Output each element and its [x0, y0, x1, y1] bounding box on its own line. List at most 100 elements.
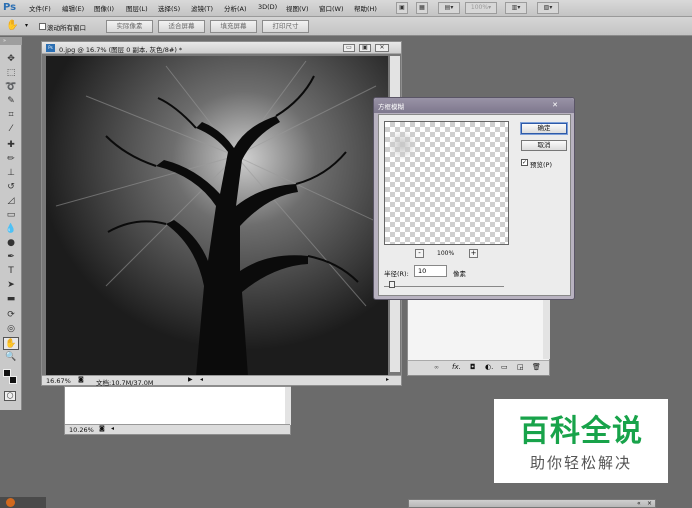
back-vertical-scrollbar[interactable] [285, 387, 291, 425]
minimize-icon[interactable]: ▭ [343, 44, 355, 52]
tool-preset-chevron-icon[interactable]: ▾ [25, 22, 28, 29]
back-status-bar: 10.26% ◙ ◂ [65, 424, 290, 434]
brush-tool-icon[interactable]: ✏ [3, 153, 19, 166]
fit-screen-button[interactable]: 适合屏幕 [158, 20, 205, 33]
document-title: 0.jpg @ 16.7% (图层 0 副本, 灰色/8#) * [59, 46, 183, 54]
zoom-in-button[interactable]: + [469, 249, 478, 258]
fill-screen-button[interactable]: 填充屏幕 [210, 20, 257, 33]
radius-unit-label: 像素 [453, 270, 466, 278]
view-extras-icon[interactable]: ▤▾ [438, 2, 460, 14]
scroll-all-windows-checkbox[interactable] [39, 23, 46, 30]
trash-icon[interactable]: 🗑 [532, 363, 541, 371]
dialog-body: - 100% + 确定 取消 ✓ 预览(P) 半径(R): 像素 [378, 114, 571, 296]
zoom-readout[interactable]: 16.67% [46, 377, 71, 385]
crop-tool-icon[interactable]: ⌗ [3, 109, 19, 122]
blur-tool-icon[interactable]: 💧 [3, 223, 19, 236]
marquee-tool-icon[interactable]: ⬚ [3, 67, 19, 80]
type-tool-icon[interactable]: T [3, 265, 19, 278]
menu-analysis[interactable]: 分析(A) [224, 3, 247, 13]
dodge-tool-icon[interactable]: ● [3, 237, 19, 250]
layers-scrollbar[interactable] [543, 297, 550, 359]
menu-help[interactable]: 帮助(H) [354, 3, 377, 13]
lasso-tool-icon[interactable]: ➰ [3, 81, 19, 94]
radius-slider-track[interactable] [384, 286, 504, 287]
3d-orbit-tool-icon[interactable]: ◎ [3, 323, 19, 336]
actual-pixels-button[interactable]: 实际像素 [106, 20, 153, 33]
menu-view[interactable]: 视图(V) [286, 3, 309, 13]
dialog-title: 方框模糊 [378, 103, 404, 111]
menu-image[interactable]: 图像(I) [94, 3, 114, 13]
status-menu-icon[interactable]: ◙ [78, 376, 84, 383]
quick-mask-icon[interactable]: ◯ [4, 391, 16, 401]
menu-edit[interactable]: 编辑(E) [62, 3, 84, 13]
radius-input[interactable] [414, 265, 447, 277]
pen-tool-icon[interactable]: ✒ [3, 251, 19, 264]
scroll-left-icon[interactable]: ◂ [200, 376, 203, 383]
menu-3d[interactable]: 3D(D) [258, 3, 277, 11]
gradient-tool-icon[interactable]: ▭ [3, 209, 19, 222]
path-selection-tool-icon[interactable]: ➤ [3, 279, 19, 292]
adjustment-layer-icon[interactable]: ◐. [485, 363, 493, 371]
back-zoom-readout[interactable]: 10.26% [69, 426, 94, 434]
layer-mask-icon[interactable]: ◘ [470, 363, 476, 371]
zoom-tool-icon[interactable]: 🔍 [3, 351, 19, 364]
preview-label: 预览(P) [530, 161, 552, 169]
back-status-menu-icon[interactable]: ◙ [99, 425, 105, 432]
layers-footer: ∞ fx. ◘ ◐. ▭ ◲ 🗑 [408, 360, 549, 375]
fx-icon[interactable]: fx. [452, 363, 461, 371]
link-layers-icon[interactable]: ∞ [434, 364, 439, 371]
arrange-documents-icon[interactable]: ▥▾ [505, 2, 527, 14]
menu-select[interactable]: 选择(S) [158, 3, 180, 13]
restore-icon[interactable]: ▣ [359, 44, 371, 52]
radius-slider-thumb[interactable] [389, 281, 395, 288]
group-folder-icon[interactable]: ▭ [501, 363, 508, 371]
move-tool-icon[interactable]: ✥ [3, 53, 19, 66]
status-expand-icon[interactable]: ▶ [188, 376, 193, 383]
preview-zoom-percent: 100% [437, 250, 455, 257]
bridge-icon[interactable]: ▣ [396, 2, 408, 14]
ok-button[interactable]: 确定 [521, 123, 567, 134]
shape-tool-icon[interactable]: ▬ [3, 293, 19, 306]
radius-label: 半径(R): [384, 270, 409, 278]
blur-preview-area[interactable] [384, 121, 509, 245]
image-canvas[interactable] [46, 56, 388, 376]
document-window-main: Ps 0.jpg @ 16.7% (图层 0 副本, 灰色/8#) * ▭ ▣ … [41, 41, 402, 387]
menu-file[interactable]: 文件(F) [29, 3, 51, 13]
hand-tool-selected-icon[interactable]: ✋ [3, 337, 19, 350]
tree-image [46, 56, 388, 376]
menu-layer[interactable]: 图层(L) [126, 3, 148, 13]
minibridge-icon[interactable]: ▦ [416, 2, 428, 14]
history-brush-tool-icon[interactable]: ↺ [3, 181, 19, 194]
healing-brush-tool-icon[interactable]: ✚ [3, 139, 19, 152]
tools-collapse-icon[interactable]: » [0, 37, 22, 45]
cancel-button[interactable]: 取消 [521, 140, 567, 151]
background-color-swatch[interactable] [9, 376, 17, 384]
quick-select-tool-icon[interactable]: ✎ [3, 95, 19, 108]
eyedropper-tool-icon[interactable]: ⁄ [3, 123, 19, 136]
clone-stamp-tool-icon[interactable]: ⊥ [3, 167, 19, 180]
panel-collapse-icon[interactable]: « [637, 500, 641, 507]
back-scroll-left-icon[interactable]: ◂ [111, 425, 114, 432]
eraser-tool-icon[interactable]: ◿ [3, 195, 19, 208]
hand-tool-icon[interactable]: ✋ [6, 20, 18, 31]
watermark: 百科全说 助你轻松解决 [494, 399, 668, 483]
menu-window[interactable]: 窗口(W) [319, 3, 344, 13]
new-layer-icon[interactable]: ◲ [517, 363, 524, 371]
zoom-out-button[interactable]: - [415, 249, 424, 258]
3d-rotate-tool-icon[interactable]: ⟳ [3, 309, 19, 322]
dialog-title-bar[interactable]: 方框模糊 ✕ [374, 98, 574, 113]
zoom-level-dropdown[interactable]: 100%▾ [465, 2, 497, 14]
dialog-close-icon[interactable]: ✕ [542, 100, 568, 110]
document-title-bar[interactable]: Ps 0.jpg @ 16.7% (图层 0 副本, 灰色/8#) * ▭ ▣ … [42, 42, 401, 54]
preview-checkbox[interactable]: ✓ [521, 159, 528, 166]
scroll-right-icon[interactable]: ▸ [386, 376, 389, 383]
screen-mode-icon[interactable]: ▧▾ [537, 2, 559, 14]
menu-filter[interactable]: 滤镜(T) [191, 3, 213, 13]
close-icon[interactable]: ✕ [375, 44, 389, 52]
taskbar-app-icon[interactable] [6, 498, 15, 507]
menu-bar: Ps 文件(F) 编辑(E) 图像(I) 图层(L) 选择(S) 滤镜(T) 分… [0, 0, 692, 17]
box-blur-dialog: 方框模糊 ✕ - 100% + 确定 取消 ✓ 预览(P) 半径(R): 像素 [373, 97, 575, 300]
panel-close-icon[interactable]: × [647, 500, 652, 507]
print-size-button[interactable]: 打印尺寸 [262, 20, 309, 33]
watermark-title: 百科全说 [519, 414, 643, 449]
